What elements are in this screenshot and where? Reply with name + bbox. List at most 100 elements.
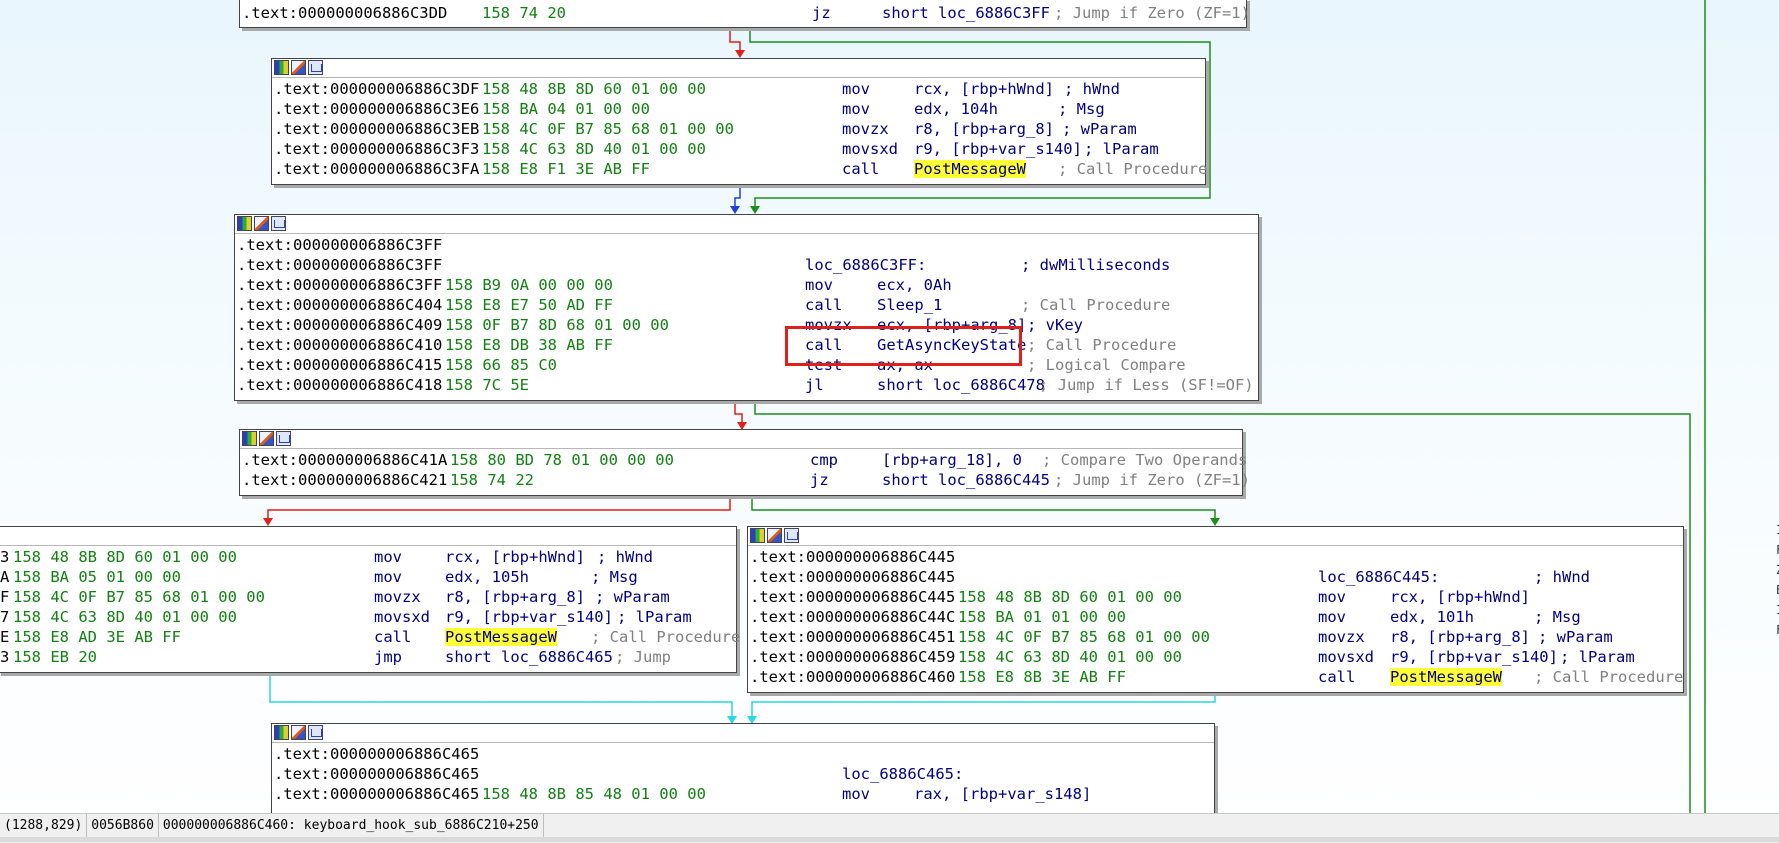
line-operand[interactable]: [rbp+arg_18], 0 — [882, 450, 1022, 470]
line-comment: ; hWnd — [597, 548, 653, 566]
location-label[interactable]: loc_6886C445: — [1318, 567, 1439, 587]
block-line[interactable]: .text:000000006886C3FF — [237, 275, 442, 295]
code-block-c465[interactable]: .text:000000006886C465 .text:00000000688… — [271, 723, 1215, 825]
line-comment: ; lParam — [617, 608, 692, 626]
palette-icon[interactable] — [237, 216, 252, 231]
line-bytes: 158 48 8B 85 48 01 00 00 — [482, 785, 706, 803]
code-block-c3df[interactable]: .text:000000006886C3DF 158 48 8B 8D 60 0… — [271, 58, 1207, 185]
block-line[interactable]: .text:000000006886C44C — [750, 607, 955, 627]
code-block-c3ff[interactable]: .text:000000006886C3FF .text:00000000688… — [234, 214, 1259, 401]
code-block-c423[interactable]: 3 158 48 8B 8D 60 01 00 00 mov rcx, [rbp… — [0, 526, 740, 673]
graph-icon[interactable] — [784, 528, 799, 543]
line-operand[interactable]: ecx, 0Ah — [877, 275, 952, 295]
line-bytes: 158 74 20 — [482, 4, 566, 22]
graph-view[interactable]: .text:000000006886C3DD 158 74 20 jz shor… — [0, 0, 1779, 842]
block-line[interactable]: .text:000000006886C445 — [750, 547, 955, 567]
line-comment: ; wParam — [1538, 628, 1613, 646]
block-line[interactable]: .text:000000006886C3FF — [237, 255, 442, 275]
edit-icon[interactable] — [291, 60, 306, 75]
line-comment: ; vKey — [1027, 316, 1083, 334]
block-line[interactable]: 3 — [0, 547, 9, 567]
edit-icon[interactable] — [291, 725, 306, 740]
line-operand[interactable]: short loc_6886C3FF — [882, 3, 1050, 23]
block-line[interactable]: .text:000000006886C415 — [237, 355, 442, 375]
line-mnemonic: mov — [374, 548, 402, 566]
line-operand[interactable]: short loc_6886C465 — [445, 647, 613, 667]
graph-icon[interactable] — [271, 216, 286, 231]
postmessagew-symbol[interactable]: PostMessageW — [914, 159, 1026, 179]
palette-icon[interactable] — [242, 431, 257, 446]
code-block-c3dd[interactable]: .text:000000006886C3DD 158 74 20 jz shor… — [239, 0, 1250, 28]
graph-icon[interactable] — [276, 431, 291, 446]
block-line[interactable]: .text:000000006886C418 — [237, 375, 442, 395]
block-line[interactable]: .text:000000006886C465 — [274, 744, 479, 764]
graph-icon[interactable] — [308, 725, 323, 740]
block-line[interactable]: .text:000000006886C465 — [274, 784, 479, 804]
edit-icon[interactable] — [767, 528, 782, 543]
block-header — [240, 430, 1242, 449]
line-operand[interactable]: edx, 101h — [1390, 607, 1474, 627]
line-bytes: 158 80 BD 78 01 00 00 00 — [450, 451, 674, 469]
block-line[interactable]: .text:000000006886C3DF — [274, 79, 479, 99]
line-operand[interactable]: r9, [rbp+var_s140] — [445, 607, 613, 627]
block-line[interactable]: .text:000000006886C451 — [750, 627, 955, 647]
line-operand[interactable]: r8, [rbp+arg_8] — [1390, 627, 1530, 647]
block-line[interactable]: .text:000000006886C41A — [242, 450, 447, 470]
block-line[interactable]: A — [0, 567, 9, 587]
line-bytes: 158 E8 8B 3E AB FF — [958, 668, 1126, 686]
edit-icon[interactable] — [254, 216, 269, 231]
line-address: .text:000000006886C3DD — [242, 4, 448, 22]
status-offset: 0056B860 — [87, 814, 159, 838]
line-mnemonic: movsxd — [842, 140, 898, 158]
block-line[interactable]: 7 — [0, 607, 9, 627]
block-line[interactable]: .text:000000006886C3FA — [274, 159, 479, 179]
line-bytes: 158 BA 01 01 00 00 — [958, 608, 1126, 626]
line-bytes: 158 7C 5E — [445, 376, 529, 394]
palette-icon[interactable] — [274, 60, 289, 75]
block-line[interactable]: .text:000000006886C3E6 — [274, 99, 479, 119]
line-mnemonic: mov — [1318, 608, 1346, 626]
block-line[interactable]: .text:000000006886C3FF — [237, 235, 442, 255]
block-line[interactable]: .text:000000006886C459 — [750, 647, 955, 667]
location-label[interactable]: loc_6886C465: — [842, 764, 963, 784]
block-line[interactable]: .text:000000006886C465 — [274, 764, 479, 784]
block-line[interactable]: .text:000000006886C404 — [237, 295, 442, 315]
line-operand[interactable]: short loc_6886C445 — [882, 470, 1050, 490]
palette-icon[interactable] — [274, 725, 289, 740]
sleep-symbol[interactable]: Sleep_1 — [877, 295, 942, 315]
bottom-border — [0, 837, 1779, 842]
line-operand[interactable]: short loc_6886C478 — [877, 375, 1045, 395]
block-line[interactable]: .text:000000006886C460 — [750, 667, 955, 687]
line-operand[interactable]: r9, [rbp+var_s140] — [1390, 647, 1558, 667]
postmessagew-symbol[interactable]: PostMessageW — [1390, 667, 1502, 687]
line-operand[interactable]: rcx, [rbp+hWnd] — [1390, 587, 1530, 607]
location-label[interactable]: loc_6886C3FF: — [805, 255, 926, 275]
line-comment: ; Msg — [1058, 100, 1105, 118]
edit-icon[interactable] — [259, 431, 274, 446]
line-operand[interactable]: edx, 105h — [445, 567, 529, 587]
line-operand[interactable]: r9, [rbp+var_s140] — [914, 139, 1082, 159]
block-line[interactable]: 3 — [0, 647, 9, 667]
block-line[interactable]: .text:000000006886C445 — [750, 567, 955, 587]
block-line[interactable]: E — [0, 627, 9, 647]
status-location[interactable]: 000000006886C460: keyboard_hook_sub_6886… — [159, 814, 544, 838]
graph-icon[interactable] — [308, 60, 323, 75]
line-operand[interactable]: rax, [rbp+var_s148] — [914, 784, 1091, 804]
block-line[interactable]: .text:000000006886C421 — [242, 470, 447, 490]
block-line[interactable]: .text:000000006886C410 — [237, 335, 442, 355]
palette-icon[interactable] — [750, 528, 765, 543]
block-line[interactable]: .text:000000006886C3EB — [274, 119, 479, 139]
code-block-c445[interactable]: .text:000000006886C445 .text:00000000688… — [747, 526, 1684, 693]
code-block-c41a[interactable]: .text:000000006886C41A 158 80 BD 78 01 0… — [239, 429, 1250, 496]
line-operand[interactable]: edx, 104h — [914, 99, 998, 119]
block-line[interactable]: .text:000000006886C445 — [750, 587, 955, 607]
postmessagew-symbol[interactable]: PostMessageW — [445, 627, 557, 647]
block-line[interactable]: .text:000000006886C3DD — [242, 3, 447, 23]
line-operand[interactable]: r8, [rbp+arg_8] — [914, 119, 1054, 139]
block-line[interactable]: .text:000000006886C3F3 — [274, 139, 479, 159]
line-operand[interactable]: rcx, [rbp+hWnd] — [914, 79, 1054, 99]
block-line[interactable]: .text:000000006886C409 — [237, 315, 442, 335]
line-operand[interactable]: r8, [rbp+arg_8] — [445, 587, 585, 607]
line-operand[interactable]: rcx, [rbp+hWnd] — [445, 547, 585, 567]
block-line[interactable]: F — [0, 587, 9, 607]
